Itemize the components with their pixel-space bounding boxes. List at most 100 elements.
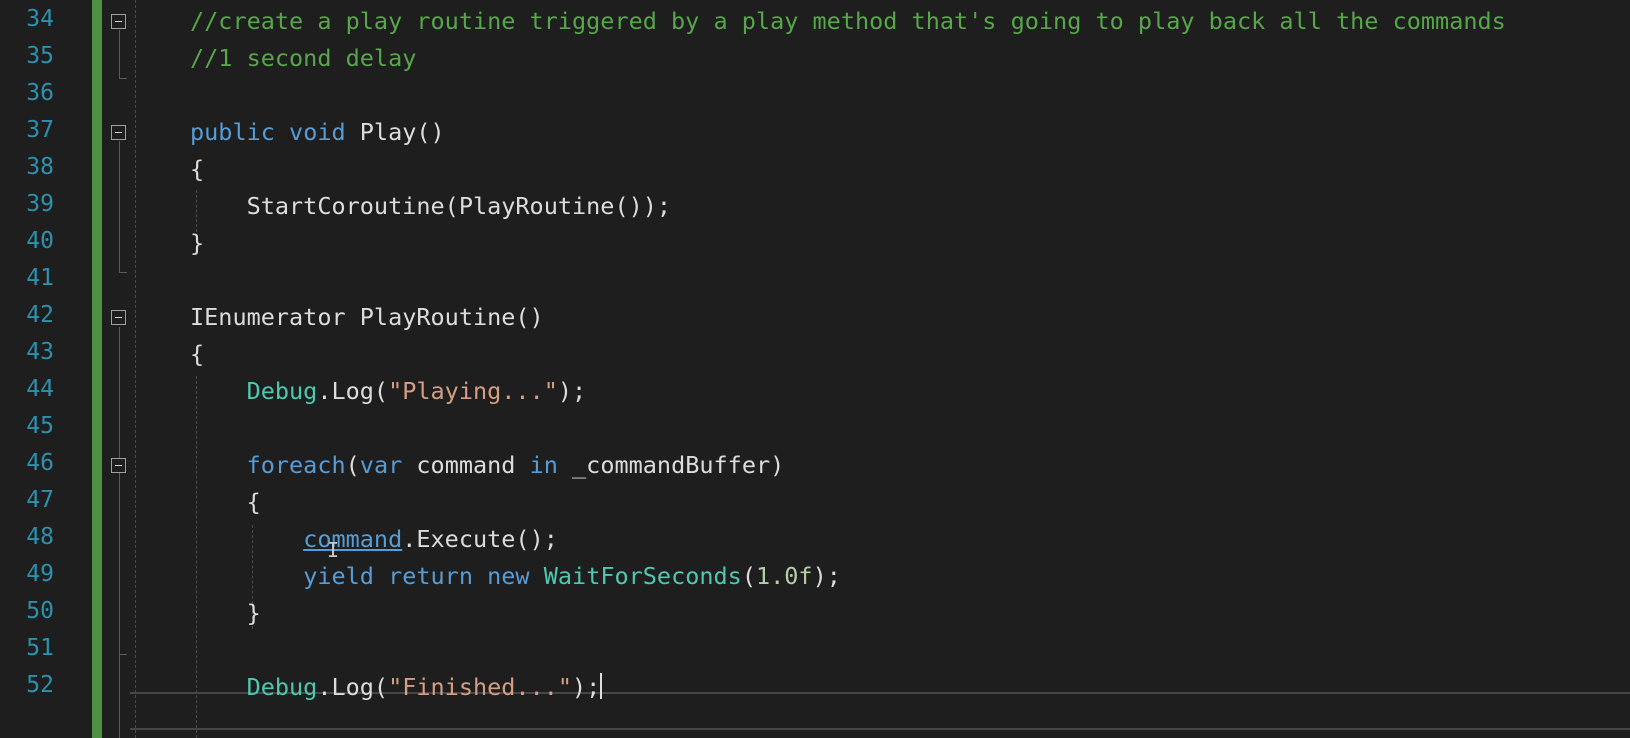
collapse-icon[interactable] [111,14,126,29]
code-token: "Playing..." [388,377,558,405]
code-token: yield [303,562,374,590]
code-token: .Log( [317,673,389,701]
code-token: var [359,451,403,479]
code-token: "Finished..." [388,673,573,701]
code-token: _commandBuffer) [557,451,785,479]
code-line[interactable]: 51 [0,631,1630,670]
code-token: return [388,562,473,590]
code-line[interactable]: 45 [0,409,1630,448]
code-token: 1.0f [755,562,813,590]
code-token: .Execute(); [402,525,558,553]
code-token: } [190,599,261,627]
code-token: IEnumerator PlayRoutine() [190,303,544,331]
text-caret [600,673,603,699]
code-text: { [190,154,204,184]
code-token: } [190,229,205,257]
code-token: WaitForSeconds [543,562,742,590]
line-number: 49 [26,561,54,587]
code-line[interactable]: 52 Debug.Log("Finished..."); [0,668,1630,707]
code-text: } [190,598,261,628]
code-text: StartCoroutine(PlayRoutine()); [190,191,671,221]
line-number: 39 [26,191,54,217]
code-text: //create a play routine triggered by a p… [190,6,1506,36]
code-line[interactable]: 41 [0,261,1630,300]
code-token: //create a play routine triggered by a p… [190,7,1506,35]
code-token: { [190,488,261,516]
code-text: public void Play() [190,117,445,147]
line-number: 51 [26,635,54,661]
code-token: .Log( [317,377,389,405]
code-token: Debug [246,377,318,405]
code-line[interactable]: 48 command.Execute(); [0,520,1630,559]
line-number: 38 [26,154,54,180]
code-text: //1 second delay [190,43,416,73]
line-number: 35 [26,43,54,69]
code-token: command [303,525,403,553]
line-number: 40 [26,228,54,254]
code-text: Debug.Log("Finished..."); [190,672,603,702]
line-number: 42 [26,302,54,328]
collapse-icon[interactable] [111,458,126,473]
code-line[interactable]: 50 } [0,594,1630,633]
code-line[interactable]: 38 { [0,150,1630,189]
code-line[interactable]: 34 //create a play routine triggered by a… [0,2,1630,41]
code-text: yield return new WaitForSeconds(1.0f); [190,561,841,591]
code-text: foreach(var command in _commandBuffer) [190,450,785,480]
code-line[interactable]: 42 IEnumerator PlayRoutine() [0,298,1630,337]
code-text: } [190,228,204,258]
code-token: ( [741,562,756,590]
line-number: 50 [26,598,54,624]
line-number: 41 [26,265,54,291]
line-number: 34 [26,6,54,32]
code-line[interactable]: 49 yield return new WaitForSeconds(1.0f)… [0,557,1630,596]
code-text: IEnumerator PlayRoutine() [190,302,544,332]
code-token: void [289,118,346,146]
code-text: Debug.Log("Playing..."); [190,376,587,406]
line-number: 47 [26,487,54,513]
code-line[interactable]: 36 [0,76,1630,115]
line-number: 46 [26,450,54,476]
code-token: public [190,118,275,146]
code-token: StartCoroutine(PlayRoutine()); [190,192,672,220]
code-line[interactable]: 37 public void Play() [0,113,1630,152]
code-line[interactable]: 47 { [0,483,1630,522]
code-token: ); [812,562,841,590]
code-token: foreach [246,451,346,479]
line-number: 37 [26,117,54,143]
code-token: ); [557,377,587,405]
code-text: { [190,339,204,369]
code-line[interactable]: 46 foreach(var command in _commandBuffer… [0,446,1630,485]
collapse-icon[interactable] [111,125,126,140]
line-number: 45 [26,413,54,439]
line-number: 36 [26,80,54,106]
code-line[interactable]: 44 Debug.Log("Playing..."); [0,372,1630,411]
line-number: 48 [26,524,54,550]
line-number: 43 [26,339,54,365]
code-line[interactable]: 39 StartCoroutine(PlayRoutine()); [0,187,1630,226]
code-text: { [190,487,261,517]
code-token: Debug [246,673,318,701]
code-token: Play() [345,118,445,146]
code-line[interactable]: 35 //1 second delay [0,39,1630,78]
code-token: { [190,155,205,183]
code-text: command.Execute(); [190,524,558,554]
code-token: in [529,451,558,479]
line-number: 52 [26,672,54,698]
line-number: 44 [26,376,54,402]
code-token: new [487,562,530,590]
code-line[interactable]: 40} [0,224,1630,263]
code-line[interactable]: 43 { [0,335,1630,374]
code-token: ); [572,673,601,701]
code-editor[interactable]: 34 //create a play routine triggered by a… [0,0,1630,738]
collapse-icon[interactable] [111,310,126,325]
text-cursor-ibeam-icon: I [327,538,340,562]
